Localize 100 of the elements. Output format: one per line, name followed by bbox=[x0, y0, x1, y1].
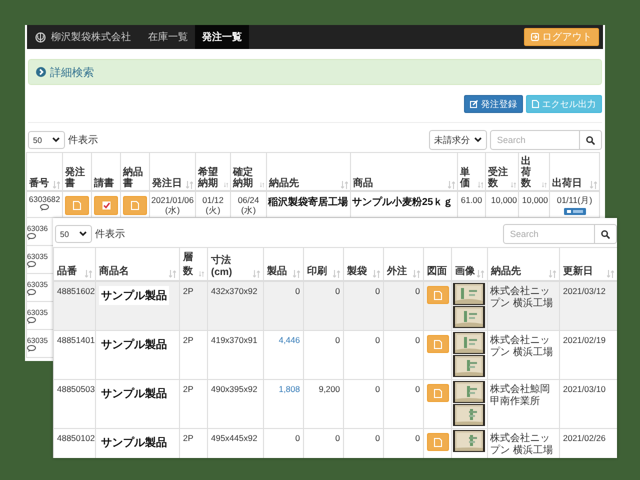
comment-icon[interactable] bbox=[28, 345, 36, 352]
sort-icon[interactable] bbox=[199, 270, 204, 278]
sort-icon[interactable] bbox=[549, 270, 556, 278]
sort-icon[interactable] bbox=[53, 180, 60, 188]
column-header: 図面 bbox=[427, 265, 447, 278]
layer-count: 2P bbox=[183, 433, 194, 443]
outsourced-count: 0 bbox=[415, 335, 420, 345]
comment-icon[interactable] bbox=[28, 317, 36, 324]
panel-title[interactable]: 詳細検索 bbox=[50, 64, 94, 80]
print-count: 0 bbox=[335, 335, 340, 345]
print-count: 0 bbox=[335, 433, 340, 443]
column-header: 出荷日 bbox=[552, 178, 582, 188]
unit-price: 61.00 bbox=[460, 194, 482, 204]
caret-icon bbox=[79, 231, 87, 237]
chevron-icon[interactable] bbox=[36, 67, 46, 77]
stock-link[interactable]: 4,446 bbox=[278, 335, 300, 345]
column-header: 商品 bbox=[353, 178, 373, 188]
search-field[interactable]: Search bbox=[490, 130, 580, 150]
destination: 株式会社ニップン 横浜工場 bbox=[490, 335, 554, 359]
comment-icon[interactable] bbox=[28, 289, 36, 296]
sort-icon[interactable] bbox=[477, 270, 484, 278]
sort-icon[interactable] bbox=[186, 180, 193, 188]
drawing-button[interactable] bbox=[427, 335, 449, 353]
confirmed-date: 06/24 (水) bbox=[238, 194, 260, 214]
sort-icon[interactable] bbox=[169, 270, 176, 278]
search-icon bbox=[586, 136, 595, 144]
search-icon bbox=[601, 230, 610, 238]
page-size-label: 件表示 bbox=[68, 134, 98, 147]
column-header: 発注書 bbox=[65, 166, 86, 188]
updated-date: 2021/03/12 bbox=[563, 286, 606, 296]
sort-icon[interactable] bbox=[224, 180, 228, 188]
document-button[interactable] bbox=[123, 196, 147, 214]
sort-icon[interactable] bbox=[373, 270, 380, 278]
sort-icon[interactable] bbox=[590, 180, 597, 188]
layer-count: 2P bbox=[183, 335, 194, 345]
drawing-button[interactable] bbox=[427, 286, 449, 304]
document-icon bbox=[434, 290, 442, 300]
dimensions: 432x370x92 bbox=[211, 286, 258, 296]
column-header: 画像 bbox=[455, 264, 475, 278]
page-size-select[interactable]: 50 bbox=[28, 131, 65, 149]
sort-icon[interactable] bbox=[341, 180, 348, 188]
column-header: 印刷 bbox=[307, 264, 327, 278]
document-button[interactable] bbox=[94, 196, 118, 214]
product-code: 48850503 bbox=[57, 384, 94, 394]
action-button[interactable]: 発注登録 bbox=[464, 95, 523, 113]
sort-icon[interactable] bbox=[607, 270, 614, 278]
sort-icon[interactable] bbox=[478, 180, 483, 188]
stock-count: 0 bbox=[295, 433, 300, 443]
comment-icon[interactable] bbox=[40, 204, 49, 210]
nav-tab[interactable]: 在庫一覧 bbox=[141, 25, 195, 49]
sort-icon[interactable] bbox=[511, 180, 516, 188]
document-icon bbox=[131, 200, 139, 210]
drawing-button[interactable] bbox=[427, 384, 449, 402]
sort-icon[interactable] bbox=[542, 180, 547, 188]
bagging-count: 0 bbox=[375, 286, 380, 296]
sort-icon[interactable] bbox=[260, 180, 264, 188]
column-header: 納品先 bbox=[269, 178, 299, 188]
order-date: 2021/01/06 (水) bbox=[151, 194, 194, 214]
page-size-select[interactable]: 50 bbox=[55, 225, 92, 243]
comment-icon[interactable] bbox=[28, 261, 36, 268]
sort-icon[interactable] bbox=[448, 180, 455, 188]
sort-icon[interactable] bbox=[253, 270, 260, 278]
product-code: 48850102 bbox=[57, 433, 94, 443]
column-header: 請書 bbox=[94, 178, 114, 188]
sort-icon[interactable] bbox=[293, 270, 300, 278]
shipped-count: 10,000 bbox=[522, 194, 548, 204]
sort-icon[interactable] bbox=[333, 270, 340, 278]
column-header: 製袋 bbox=[347, 264, 367, 278]
nav-tab[interactable]: 発注一覧 bbox=[195, 25, 249, 49]
document-button[interactable] bbox=[65, 196, 89, 214]
search-button[interactable] bbox=[580, 130, 602, 150]
column-header: 出荷数 bbox=[521, 156, 532, 188]
ordered-count: 10,000 bbox=[491, 194, 517, 204]
column-header: 発注日 bbox=[152, 178, 182, 188]
dimensions: 495x445x92 bbox=[211, 433, 258, 443]
edit-icon bbox=[470, 100, 478, 108]
product-name: サンプル小麦粉25ｋｇ bbox=[352, 196, 454, 208]
document-icon bbox=[532, 100, 539, 108]
dimensions: 490x395x92 bbox=[211, 384, 258, 394]
column-header: 外注 bbox=[387, 264, 407, 278]
destination: 株式会社ニップン 横浜工場 bbox=[490, 286, 554, 310]
document-icon bbox=[434, 388, 442, 398]
dimensions: 419x370x91 bbox=[211, 335, 258, 345]
desired-date: 01/12 (火) bbox=[202, 194, 224, 214]
search-button[interactable] bbox=[595, 224, 617, 244]
sort-icon[interactable] bbox=[85, 270, 92, 278]
bagging-count: 0 bbox=[375, 384, 380, 394]
brand-name[interactable]: 柳沢製袋株式会社 bbox=[51, 30, 131, 44]
column-header: 希望納期 bbox=[198, 166, 219, 188]
destination: 稲沢製袋寄居工場 bbox=[268, 196, 348, 208]
updated-date: 2021/02/19 bbox=[563, 335, 606, 345]
column-header: 確定納期 bbox=[233, 166, 254, 188]
column-header: 製品 bbox=[267, 264, 287, 278]
search-field[interactable]: Search bbox=[503, 224, 595, 244]
comment-icon[interactable] bbox=[28, 233, 36, 240]
order-number: 6303682 bbox=[28, 194, 60, 204]
drawing-button[interactable] bbox=[427, 433, 449, 451]
sort-icon[interactable] bbox=[413, 270, 420, 278]
filter-select[interactable]: 未請求分 bbox=[429, 130, 487, 150]
stock-link[interactable]: 1,808 bbox=[278, 384, 300, 394]
